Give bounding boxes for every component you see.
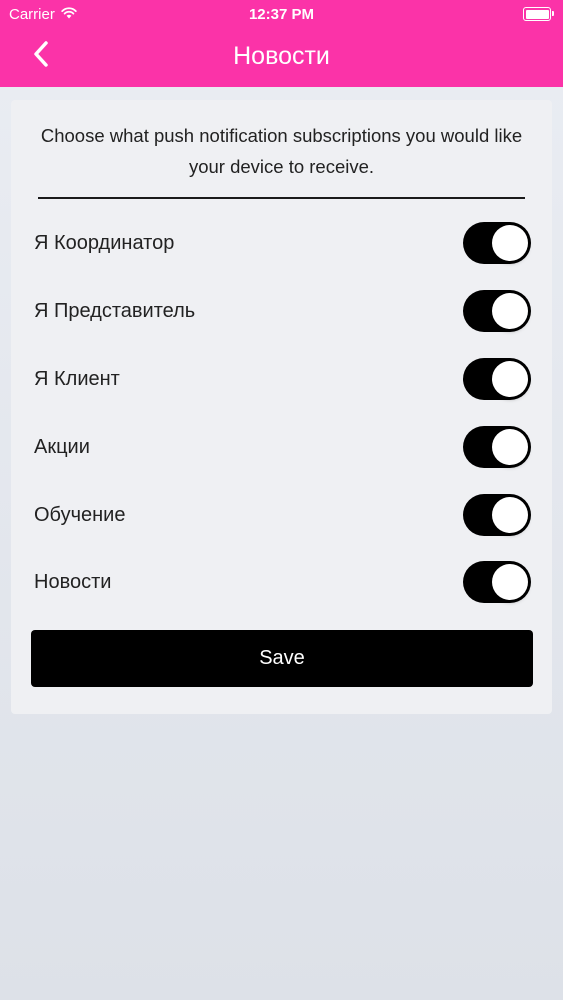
switch-knob: [492, 361, 528, 397]
page-title: Новости: [233, 42, 330, 70]
toggle-switch-promotions[interactable]: [463, 426, 531, 468]
toggle-switch-news[interactable]: [463, 561, 531, 603]
toggle-switch-coordinator[interactable]: [463, 222, 531, 264]
subscription-label: Акции: [34, 435, 90, 458]
battery-fill: [525, 9, 549, 19]
subscription-row-representative: Я Представитель: [34, 289, 531, 333]
switch-knob: [492, 225, 528, 261]
divider: [38, 197, 525, 199]
switch-knob: [492, 293, 528, 329]
toggle-switch-client[interactable]: [463, 358, 531, 400]
switch-knob: [492, 497, 528, 533]
nav-header: Carrier 12:37 PM Новости: [0, 0, 563, 87]
subscriptions-card: Choose what push notification subscripti…: [11, 100, 552, 714]
intro-text: Choose what push notification subscripti…: [40, 125, 523, 177]
subscription-label: Я Представитель: [34, 299, 196, 322]
status-time: 12:37 PM: [248, 6, 315, 23]
subscription-row-news: Новости: [34, 560, 531, 604]
switch-knob: [492, 564, 528, 600]
subscription-label: Я Координатор: [34, 231, 175, 254]
battery-icon: [523, 7, 554, 21]
save-button[interactable]: Save: [31, 630, 533, 687]
status-bar: Carrier 12:37 PM: [0, 0, 563, 30]
subscription-label: Новости: [34, 570, 112, 593]
subscription-row-training: Обучение: [34, 493, 531, 537]
subscription-label: Обучение: [34, 503, 126, 526]
subscription-label: Я Клиент: [34, 367, 120, 390]
battery-tip: [552, 11, 554, 16]
toggle-switch-training[interactable]: [463, 494, 531, 536]
subscription-row-promotions: Акции: [34, 425, 531, 469]
subscription-row-client: Я Клиент: [34, 357, 531, 401]
switch-knob: [492, 429, 528, 465]
subscription-row-coordinator: Я Координатор: [34, 221, 531, 265]
toggle-switch-representative[interactable]: [463, 290, 531, 332]
